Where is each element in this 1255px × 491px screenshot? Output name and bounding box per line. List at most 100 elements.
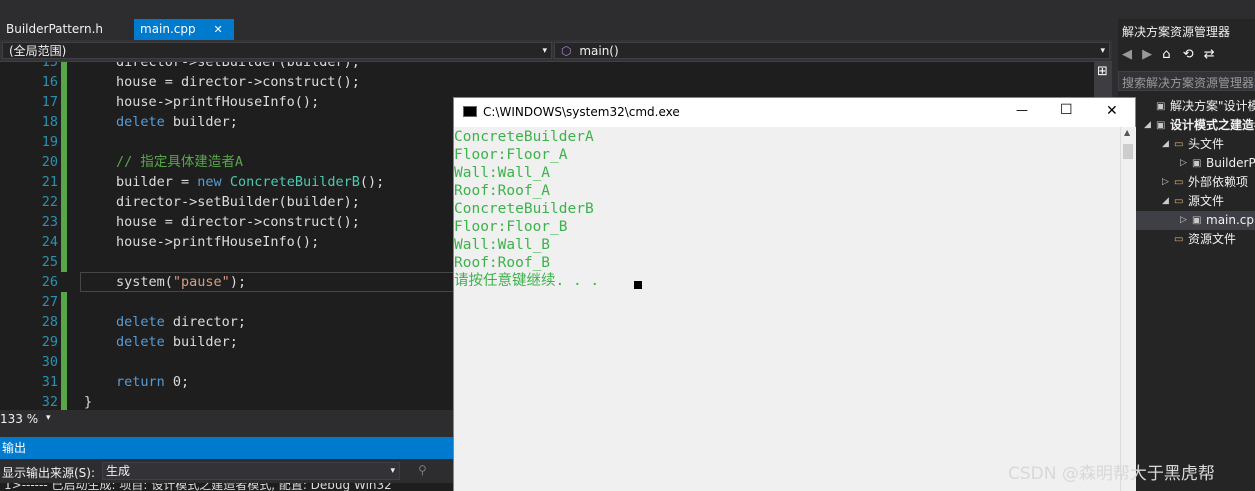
line-number: 32: [41, 394, 58, 410]
tree-item-label: 设计模式之建造者: [1170, 118, 1255, 132]
expand-arrow-icon[interactable]: ◢: [1162, 135, 1169, 154]
console-window[interactable]: C:\WINDOWS\system32\cmd.exe — ☐ ✕ Concre…: [453, 97, 1136, 491]
code-text: return 0;: [116, 372, 189, 392]
line-number: 27: [41, 294, 58, 310]
code-text: house = director->construct();: [116, 212, 360, 232]
code-text: house = director->construct();: [116, 72, 360, 92]
file-icon: ▣: [1156, 101, 1166, 112]
console-line: Floor:Floor_B: [454, 219, 568, 235]
code-token: }: [84, 394, 93, 410]
file-icon: ▣: [1192, 158, 1202, 169]
expand-arrow-icon[interactable]: ◢: [1162, 192, 1169, 211]
console-line: ConcreteBuilderA: [454, 129, 594, 145]
history-icon[interactable]: ⟲: [1183, 47, 1194, 62]
code-token: system(: [116, 274, 173, 290]
folder-icon: ▭: [1174, 234, 1184, 245]
maximize-button[interactable]: ☐: [1060, 102, 1073, 118]
close-icon[interactable]: ✕: [213, 23, 222, 36]
scope-label: (全局范围): [9, 44, 67, 58]
code-token: delete: [116, 114, 165, 130]
split-icon[interactable]: ⊞: [1097, 64, 1108, 79]
tab-main-cpp[interactable]: main.cpp ✕: [134, 19, 234, 40]
console-titlebar[interactable]: C:\WINDOWS\system32\cmd.exe — ☐ ✕: [454, 98, 1135, 127]
function-icon: ⬡: [561, 44, 572, 58]
line-number: 22: [41, 194, 58, 210]
code-text: delete director;: [116, 312, 246, 332]
tree-item-label: 资源文件: [1188, 232, 1237, 246]
tree-item-label: 外部依赖项: [1188, 175, 1249, 189]
code-token: builder =: [116, 174, 198, 190]
output-source-value: 生成: [106, 464, 131, 478]
close-button[interactable]: ✕: [1106, 103, 1118, 119]
console-line: Wall:Wall_B: [454, 237, 551, 253]
line-number: 24: [41, 234, 58, 250]
chevron-down-icon[interactable]: ▾: [46, 413, 51, 423]
code-text: system("pause");: [116, 272, 246, 292]
main-toolbar: [0, 0, 1255, 8]
line-number: 20: [41, 154, 58, 170]
scope-dropdown[interactable]: (全局范围) ▾: [2, 42, 552, 59]
tab-builderpattern-h[interactable]: BuilderPattern.h ⊣: [0, 19, 124, 57]
back-icon[interactable]: ◀: [1122, 47, 1132, 62]
code-line[interactable]: 15 director->setBuilder(builder);: [0, 62, 1094, 72]
code-token: house = director->construct();: [116, 74, 360, 90]
code-token: ConcreteBuilderB: [229, 174, 360, 190]
tree-item[interactable]: ◢ ▭ 头文件: [1118, 135, 1255, 154]
folder-icon: ▭: [1174, 177, 1184, 188]
tree-item[interactable]: ▷ ▭ 外部依赖项: [1118, 173, 1255, 192]
tree-item[interactable]: ▷ ▣ main.cpp: [1118, 211, 1255, 230]
solution-explorer: 解决方案资源管理器 ◀ ▶ ⌂ ⟲ ⇄ 搜索解决方案资源管理器 ▣ 解决方案"设计…: [1118, 19, 1255, 491]
expand-arrow-icon[interactable]: ▷: [1180, 211, 1187, 230]
console-line: ConcreteBuilderB: [454, 201, 594, 217]
code-token: delete: [116, 334, 165, 350]
minimize-button[interactable]: —: [1016, 103, 1028, 117]
code-text: house->printfHouseInfo();: [116, 232, 319, 252]
code-token: house->printfHouseInfo();: [116, 234, 320, 250]
expand-arrow-icon[interactable]: ▷: [1162, 173, 1169, 192]
console-line: Floor:Floor_A: [454, 147, 568, 163]
tree-item-label: 解决方案"设计模式之: [1170, 99, 1255, 113]
output-source-label: 显示输出来源(S):: [2, 466, 96, 480]
console-line: Wall:Wall_A: [454, 165, 551, 181]
code-line[interactable]: 16 house = director->construct();: [0, 72, 1094, 92]
code-token: builder;: [164, 334, 238, 350]
home-icon[interactable]: ⌂: [1162, 47, 1170, 62]
search-placeholder: 搜索解决方案资源管理器: [1122, 76, 1255, 90]
line-number: 23: [41, 214, 58, 230]
output-line: 1>------ 已启动生成: 项目: 设计模式之建造者模式, 配置: Debu…: [4, 483, 392, 491]
tree-item-label: BuilderPa: [1206, 156, 1255, 170]
tree-item[interactable]: ◢ ▭ 源文件: [1118, 192, 1255, 211]
console-scrollbar[interactable]: ▲: [1120, 127, 1136, 491]
code-text: delete builder;: [116, 332, 238, 352]
tree-item-label: 源文件: [1188, 194, 1225, 208]
line-number: 31: [41, 374, 58, 390]
tree-item[interactable]: ▷ ▣ BuilderPa: [1118, 154, 1255, 173]
forward-icon[interactable]: ▶: [1142, 47, 1152, 62]
code-token: "pause": [172, 274, 230, 290]
code-text: house->printfHouseInfo();: [116, 92, 319, 112]
watermark: CSDN @森明帮大于黑虎帮: [1008, 464, 1215, 484]
clear-output-icon[interactable]: ⚲: [418, 463, 427, 477]
line-number: 26: [41, 274, 58, 290]
zoom-level[interactable]: 133 %: [0, 412, 38, 426]
console-output[interactable]: ConcreteBuilderA Floor:Floor_A Wall:Wall_A…: [454, 127, 1120, 491]
file-icon: ▣: [1192, 215, 1202, 226]
code-text: director->setBuilder(builder);: [116, 192, 360, 212]
line-number: 18: [41, 114, 58, 130]
solution-search-input[interactable]: 搜索解决方案资源管理器: [1118, 71, 1255, 91]
navigation-bar: (全局范围) ▾ ⬡ main() ▾: [0, 40, 1112, 62]
tree-item[interactable]: ▭ 资源文件: [1118, 230, 1255, 249]
code-text: director->setBuilder(builder);: [116, 62, 360, 72]
member-dropdown[interactable]: ⬡ main() ▾: [554, 42, 1110, 59]
scroll-up-icon[interactable]: ▲: [1124, 128, 1130, 137]
expand-arrow-icon[interactable]: ▷: [1180, 154, 1187, 173]
code-token: house = director->construct();: [116, 214, 360, 230]
expand-arrow-icon[interactable]: ◢: [1144, 116, 1151, 135]
scroll-thumb[interactable]: [1123, 144, 1133, 159]
tree-item[interactable]: ▣ 解决方案"设计模式之: [1118, 97, 1255, 116]
tree-item[interactable]: ◢ ▣ 设计模式之建造者: [1118, 116, 1255, 135]
code-token: // 指定具体建造者A: [116, 154, 244, 170]
sync-icon[interactable]: ⇄: [1204, 47, 1215, 62]
console-line: Roof:Roof_B: [454, 255, 551, 271]
output-source-dropdown[interactable]: 生成 ▾: [102, 462, 400, 480]
